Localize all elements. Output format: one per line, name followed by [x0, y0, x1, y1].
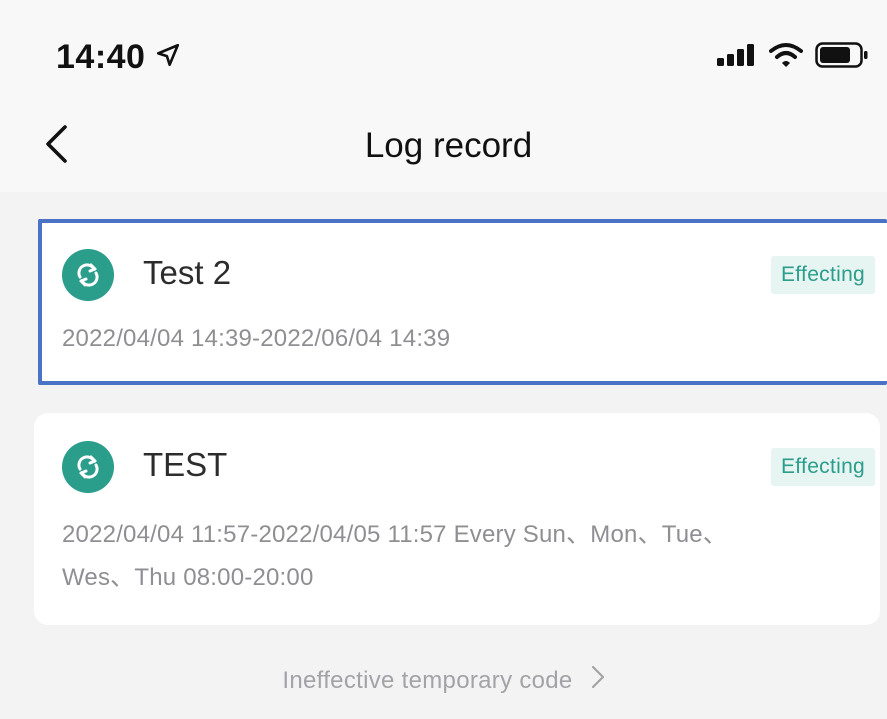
top-bar: 14:40 Log record: [0, 0, 887, 192]
status-bar-time: 14:40: [56, 38, 181, 77]
status-icons: [717, 42, 869, 73]
record-period-line: 2022/04/04 11:57-2022/04/05 11:57 Every …: [62, 521, 728, 548]
signal-icon: [717, 44, 757, 71]
record-period-line: Wes、Thu 08:00-20:00: [62, 564, 314, 591]
record-name: TEST: [143, 446, 228, 483]
ineffective-code-link[interactable]: Ineffective temporary code: [0, 665, 887, 696]
battery-icon: [815, 42, 869, 73]
refresh-icon: [62, 441, 114, 493]
navigation-bar: Log record: [0, 110, 887, 186]
page-title: Log record: [364, 126, 533, 165]
status-badge: Effecting: [771, 448, 876, 486]
record-card[interactable]: Test 2 Effecting 2022/04/04 14:39-2022/0…: [38, 219, 887, 385]
chevron-right-icon: [591, 665, 605, 696]
record-period: 2022/04/04 14:39-2022/06/04 14:39: [62, 325, 451, 352]
ineffective-code-label: Ineffective temporary code: [282, 666, 573, 694]
status-time-text: 14:40: [56, 38, 146, 76]
refresh-icon: [62, 249, 114, 301]
status-badge: Effecting: [771, 256, 876, 294]
record-card[interactable]: TEST Effecting 2022/04/04 11:57-2022/04/…: [34, 413, 880, 625]
record-name: Test 2: [143, 254, 232, 291]
record-period: 2022/04/04 11:57-2022/04/05 11:57 Every …: [62, 513, 727, 599]
location-arrow-icon: [155, 38, 181, 77]
wifi-icon: [769, 42, 803, 73]
